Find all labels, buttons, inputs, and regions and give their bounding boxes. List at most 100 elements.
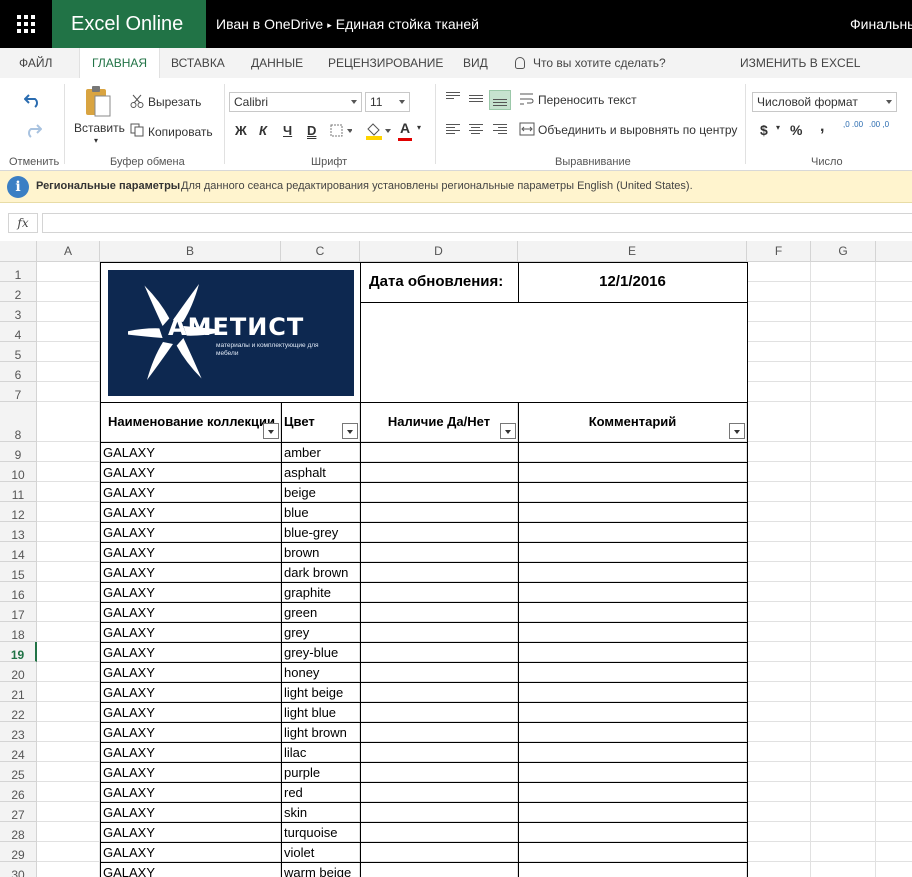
- column-header-h[interactable]: H: [876, 241, 912, 262]
- row-header-8[interactable]: 8: [0, 402, 37, 442]
- cut-button[interactable]: Вырезать: [148, 95, 201, 109]
- collection-cell[interactable]: GALAXY: [103, 445, 279, 460]
- row-header-16[interactable]: 16: [0, 582, 37, 602]
- collection-cell[interactable]: GALAXY: [103, 545, 279, 560]
- filter-dropdown-icon[interactable]: [342, 423, 358, 439]
- color-cell[interactable]: blue: [284, 505, 358, 520]
- color-cell[interactable]: red: [284, 785, 358, 800]
- column-header-b[interactable]: B: [100, 241, 281, 262]
- copy-button[interactable]: Копировать: [148, 125, 213, 139]
- color-cell[interactable]: purple: [284, 765, 358, 780]
- column-header-e[interactable]: E: [518, 241, 747, 262]
- column-header-c[interactable]: C: [281, 241, 360, 262]
- app-name[interactable]: Excel Online: [52, 0, 206, 48]
- row-header-12[interactable]: 12: [0, 502, 37, 522]
- number-format-select[interactable]: Числовой формат: [752, 92, 897, 112]
- wrap-text-button[interactable]: Переносить текст: [538, 93, 637, 107]
- color-cell[interactable]: brown: [284, 545, 358, 560]
- row-header-28[interactable]: 28: [0, 822, 37, 842]
- row-header-4[interactable]: 4: [0, 322, 37, 342]
- font-color-button[interactable]: A: [400, 120, 410, 136]
- row-header-3[interactable]: 3: [0, 302, 37, 322]
- row-header-20[interactable]: 20: [0, 662, 37, 682]
- collection-cell[interactable]: GALAXY: [103, 505, 279, 520]
- row-header-29[interactable]: 29: [0, 842, 37, 862]
- column-header-g[interactable]: G: [811, 241, 876, 262]
- row-header-25[interactable]: 25: [0, 762, 37, 782]
- filter-dropdown-icon[interactable]: [729, 423, 745, 439]
- collection-cell[interactable]: GALAXY: [103, 685, 279, 700]
- collection-cell[interactable]: GALAXY: [103, 465, 279, 480]
- fill-color-icon[interactable]: [364, 121, 392, 141]
- double-underline-button[interactable]: D: [307, 123, 316, 138]
- row-header-23[interactable]: 23: [0, 722, 37, 742]
- column-title-collection[interactable]: Наименование коллекции: [108, 414, 279, 429]
- color-cell[interactable]: asphalt: [284, 465, 358, 480]
- update-date-label[interactable]: Дата обновления:: [369, 273, 519, 290]
- color-cell[interactable]: light beige: [284, 685, 358, 700]
- collection-cell[interactable]: GALAXY: [103, 645, 279, 660]
- row-header-1[interactable]: 1: [0, 262, 37, 282]
- column-title-comment[interactable]: Комментарий: [519, 414, 746, 429]
- collection-cell[interactable]: GALAXY: [103, 845, 279, 860]
- color-cell[interactable]: warm beige: [284, 865, 358, 877]
- color-cell[interactable]: blue-grey: [284, 525, 358, 540]
- collection-cell[interactable]: GALAXY: [103, 565, 279, 580]
- column-header-a[interactable]: A: [37, 241, 100, 262]
- breadcrumb-file[interactable]: Единая стойка тканей: [336, 16, 479, 32]
- row-header-21[interactable]: 21: [0, 682, 37, 702]
- wrap-text-icon[interactable]: [519, 92, 535, 106]
- row-header-26[interactable]: 26: [0, 782, 37, 802]
- column-header-d[interactable]: D: [360, 241, 518, 262]
- align-left-icon[interactable]: [446, 124, 460, 136]
- color-cell[interactable]: turquoise: [284, 825, 358, 840]
- update-date-value[interactable]: 12/1/2016: [519, 273, 746, 290]
- font-color-dropdown-icon[interactable]: ▾: [417, 123, 421, 132]
- tab-data[interactable]: ДАННЫЕ: [251, 48, 303, 78]
- formula-input[interactable]: [42, 213, 912, 233]
- decrease-decimal-button[interactable]: .00 ,0: [869, 121, 889, 129]
- column-header-f[interactable]: F: [747, 241, 811, 262]
- color-cell[interactable]: dark brown: [284, 565, 358, 580]
- italic-button[interactable]: К: [259, 123, 267, 138]
- collection-cell[interactable]: GALAXY: [103, 485, 279, 500]
- color-cell[interactable]: green: [284, 605, 358, 620]
- edit-in-excel-button[interactable]: ИЗМЕНИТЬ В EXCEL: [740, 48, 860, 78]
- row-header-24[interactable]: 24: [0, 742, 37, 762]
- tab-file[interactable]: ФАЙЛ: [19, 48, 52, 78]
- bold-button[interactable]: Ж: [235, 123, 247, 138]
- currency-dropdown-icon[interactable]: ▾: [776, 123, 780, 132]
- row-header-18[interactable]: 18: [0, 622, 37, 642]
- merge-center-button[interactable]: Объединить и выровнять по центру: [538, 123, 737, 137]
- row-header-19[interactable]: 19: [0, 642, 37, 662]
- row-header-13[interactable]: 13: [0, 522, 37, 542]
- row-header-15[interactable]: 15: [0, 562, 37, 582]
- align-center-icon[interactable]: [469, 124, 483, 136]
- row-header-17[interactable]: 17: [0, 602, 37, 622]
- paste-dropdown-icon[interactable]: ▾: [94, 136, 98, 145]
- borders-icon[interactable]: [330, 124, 352, 138]
- comma-style-button[interactable]: ,: [820, 118, 824, 136]
- column-title-availability[interactable]: Наличие Да/Нет: [361, 414, 517, 429]
- collection-cell[interactable]: GALAXY: [103, 785, 279, 800]
- tab-insert[interactable]: ВСТАВКА: [171, 48, 225, 78]
- currency-button[interactable]: $: [760, 122, 768, 138]
- function-icon[interactable]: fx: [8, 213, 38, 233]
- collection-cell[interactable]: GALAXY: [103, 525, 279, 540]
- underline-button[interactable]: Ч: [283, 123, 292, 138]
- color-cell[interactable]: light blue: [284, 705, 358, 720]
- row-header-5[interactable]: 5: [0, 342, 37, 362]
- color-cell[interactable]: skin: [284, 805, 358, 820]
- spreadsheet-grid[interactable]: ABCDEFGH12345678910111213141516171819202…: [0, 241, 912, 877]
- row-header-30[interactable]: 30: [0, 862, 37, 877]
- collection-cell[interactable]: GALAXY: [103, 805, 279, 820]
- align-middle-icon[interactable]: [469, 95, 483, 107]
- copy-icon[interactable]: [130, 123, 144, 137]
- align-top-icon[interactable]: [446, 92, 460, 104]
- row-header-7[interactable]: 7: [0, 382, 37, 402]
- collection-cell[interactable]: GALAXY: [103, 585, 279, 600]
- tab-home[interactable]: ГЛАВНАЯ: [79, 48, 161, 78]
- collection-cell[interactable]: GALAXY: [103, 725, 279, 740]
- row-header-2[interactable]: 2: [0, 282, 37, 302]
- tab-view[interactable]: ВИД: [463, 48, 488, 78]
